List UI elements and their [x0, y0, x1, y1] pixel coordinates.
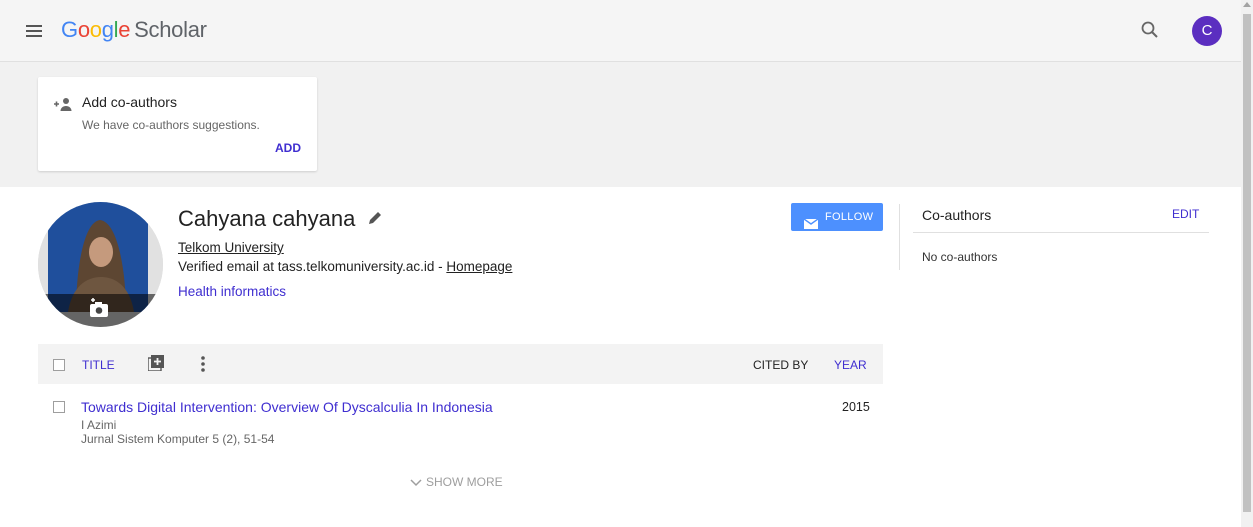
- logo-letter: o: [89, 17, 102, 42]
- show-more-label: SHOW MORE: [426, 475, 503, 489]
- add-photo-camera-icon[interactable]: [88, 298, 112, 318]
- follow-label: FOLLOW: [825, 211, 874, 223]
- google-scholar-logo[interactable]: Google Scholar: [61, 17, 207, 43]
- affiliation-link[interactable]: Telkom University: [178, 240, 284, 255]
- chevron-down-icon: [410, 479, 422, 487]
- interest-health-informatics[interactable]: Health informatics: [178, 284, 286, 299]
- add-coauthors-button[interactable]: ADD: [275, 141, 301, 155]
- top-bar: Google Scholar C: [0, 0, 1241, 62]
- add-person-icon: [53, 96, 73, 112]
- profile-name: Cahyana cahyana: [178, 206, 356, 231]
- show-more-button[interactable]: SHOW MORE: [410, 475, 503, 489]
- edit-pencil-icon[interactable]: [367, 210, 383, 226]
- more-options-icon[interactable]: [199, 355, 207, 373]
- search-icon[interactable]: [1140, 20, 1160, 40]
- logo-letter: g: [101, 17, 114, 42]
- article-title-link[interactable]: Towards Digital Intervention: Overview O…: [81, 399, 493, 415]
- card-subtitle: We have co-authors suggestions.: [82, 118, 260, 132]
- article-authors: I Azimi: [81, 418, 117, 432]
- coauthors-divider: [913, 232, 1209, 233]
- sort-by-title[interactable]: TITLE: [82, 358, 115, 372]
- logo-letter: G: [61, 17, 78, 42]
- logo-letter: o: [77, 17, 90, 42]
- logo-scholar-text: Scholar: [134, 17, 207, 42]
- coauthors-empty-text: No co-authors: [922, 250, 998, 264]
- articles-table-header: TITLE CITED BY YEAR: [38, 344, 883, 384]
- mail-icon: [803, 212, 819, 229]
- email-text: Verified email at tass.telkomuniversity.…: [178, 259, 447, 274]
- coauthors-title: Co-authors: [922, 207, 992, 223]
- add-coauthors-card: Add co-authors We have co-authors sugges…: [38, 77, 317, 171]
- article-venue: Jurnal Sistem Komputer 5 (2), 51-54: [81, 432, 275, 446]
- sort-by-year[interactable]: YEAR: [834, 358, 867, 372]
- card-title: Add co-authors: [82, 94, 177, 110]
- sort-by-cited-by[interactable]: CITED BY: [753, 358, 808, 372]
- select-all-checkbox[interactable]: [53, 359, 65, 371]
- follow-button[interactable]: FOLLOW: [791, 203, 883, 231]
- account-avatar[interactable]: C: [1192, 16, 1222, 46]
- homepage-link[interactable]: Homepage: [446, 259, 512, 274]
- add-article-icon[interactable]: [147, 355, 164, 372]
- vertical-divider: [899, 204, 900, 270]
- coauthors-edit-button[interactable]: EDIT: [1172, 207, 1199, 221]
- menu-icon[interactable]: [24, 20, 44, 40]
- suggestion-banner: Add co-authors We have co-authors sugges…: [0, 62, 1241, 187]
- row-checkbox[interactable]: [53, 401, 65, 413]
- page-scrollbar[interactable]: [1241, 0, 1253, 527]
- logo-letter: e: [118, 17, 131, 42]
- scroll-up-arrow-icon[interactable]: [1243, 2, 1251, 7]
- scrollbar-thumb[interactable]: [1243, 14, 1251, 512]
- article-year: 2015: [842, 400, 870, 414]
- verified-email: Verified email at tass.telkomuniversity.…: [178, 259, 512, 274]
